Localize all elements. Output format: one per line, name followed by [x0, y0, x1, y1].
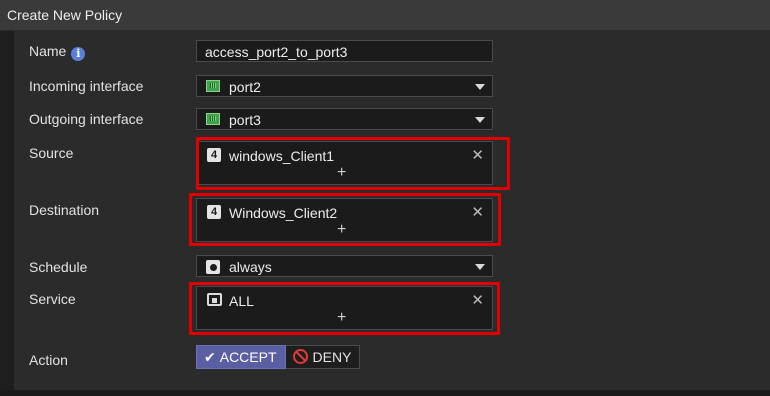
- source-highlight-box: [196, 137, 510, 190]
- ethernet-port-icon: [206, 113, 220, 125]
- outgoing-interface-value: port3: [229, 112, 261, 128]
- chevron-down-icon: [475, 117, 485, 123]
- window-title: Create New Policy: [7, 7, 123, 23]
- action-toggle: ✔ ACCEPT DENY: [196, 345, 361, 369]
- accept-button[interactable]: ✔ ACCEPT: [196, 345, 286, 369]
- action-label: Action: [29, 352, 68, 368]
- bottom-bar: [0, 390, 770, 396]
- outgoing-interface-select[interactable]: port3: [196, 108, 493, 130]
- schedule-value: always: [229, 259, 272, 275]
- deny-button[interactable]: DENY: [285, 345, 361, 369]
- service-highlight-box: [189, 282, 500, 335]
- incoming-interface-value: port2: [229, 79, 261, 95]
- name-input[interactable]: access_port2_to_port3: [196, 40, 493, 62]
- destination-label: Destination: [29, 202, 100, 218]
- incoming-interface-label: Incoming interface: [29, 78, 144, 94]
- chevron-down-icon: [475, 264, 485, 270]
- service-label: Service: [29, 291, 76, 307]
- name-label-row: Name i: [29, 43, 86, 61]
- deny-icon: [292, 349, 308, 364]
- schedule-select[interactable]: always: [196, 255, 493, 277]
- checkmark-icon: ✔: [204, 349, 216, 365]
- accept-label: ACCEPT: [219, 349, 277, 365]
- info-icon[interactable]: i: [71, 47, 86, 61]
- schedule-clock-icon: [206, 260, 220, 274]
- name-input-value: access_port2_to_port3: [205, 44, 348, 60]
- destination-highlight-box: [189, 193, 501, 246]
- name-label: Name: [29, 43, 67, 59]
- ethernet-port-icon: [206, 80, 220, 92]
- incoming-interface-select[interactable]: port2: [196, 75, 493, 97]
- chevron-down-icon: [475, 84, 485, 90]
- deny-label: DENY: [312, 349, 352, 365]
- source-label: Source: [29, 145, 74, 161]
- window-titlebar: Create New Policy: [0, 0, 770, 31]
- schedule-label: Schedule: [29, 259, 88, 275]
- outgoing-interface-label: Outgoing interface: [29, 111, 144, 127]
